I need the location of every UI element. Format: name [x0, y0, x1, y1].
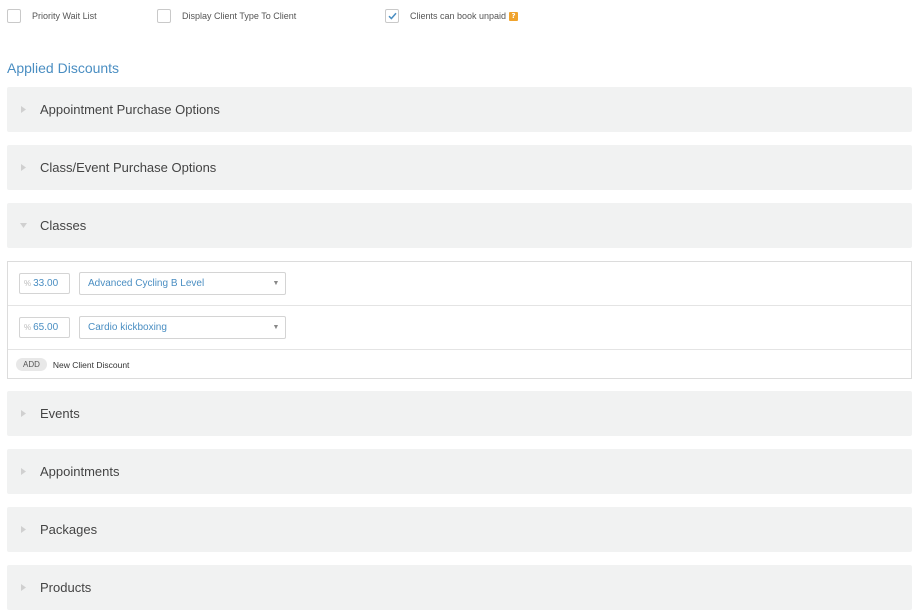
panel-label: Appointments: [40, 464, 120, 479]
chevron-right-icon: [7, 584, 40, 591]
checkmark-icon: [387, 12, 397, 20]
chevron-down-icon: [7, 223, 40, 228]
option-clients-book-unpaid[interactable]: Clients can book unpaid ?: [385, 9, 519, 23]
priority-wait-list-checkbox[interactable]: [7, 9, 21, 23]
applied-discounts-page: Priority Wait List Display Client Type T…: [0, 0, 920, 616]
classes-discount-list: % 33.00 Advanced Cycling B Level ▼ % 65.…: [7, 261, 912, 379]
panel-appointments[interactable]: Appointments: [7, 449, 912, 494]
discount-row: % 33.00 Advanced Cycling B Level ▼: [8, 262, 911, 306]
option-label: Clients can book unpaid: [410, 11, 507, 21]
panel-label: Classes: [40, 218, 87, 233]
help-icon[interactable]: ?: [509, 11, 519, 21]
panel-classes[interactable]: Classes: [7, 203, 912, 248]
option-label: Priority Wait List: [32, 11, 97, 21]
option-label: Display Client Type To Client: [182, 11, 297, 21]
panel-label: Products: [40, 580, 92, 595]
discount-row: % 65.00 Cardio kickboxing ▼: [8, 306, 911, 350]
panel-label: Class/Event Purchase Options: [40, 160, 217, 175]
class-select-value: Advanced Cycling B Level: [88, 278, 205, 289]
section-title: Applied Discounts: [7, 60, 120, 76]
class-select[interactable]: Cardio kickboxing ▼: [79, 316, 286, 339]
panel-label: Events: [40, 406, 80, 421]
discount-value: 33.00: [33, 278, 59, 289]
percent-icon: %: [24, 279, 32, 288]
add-discount-label: New Client Discount: [52, 359, 130, 370]
percent-icon: %: [24, 323, 32, 332]
discount-percent-input[interactable]: % 33.00: [19, 273, 70, 294]
option-display-client-type[interactable]: Display Client Type To Client: [157, 9, 296, 23]
panel-label: Packages: [40, 522, 98, 537]
option-priority-wait-list[interactable]: Priority Wait List: [7, 9, 97, 23]
add-discount-button[interactable]: ADD: [16, 358, 47, 371]
chevron-right-icon: [7, 164, 40, 171]
chevron-right-icon: [7, 410, 40, 417]
panel-events[interactable]: Events: [7, 391, 912, 436]
panel-products[interactable]: Products: [7, 565, 912, 610]
discount-value: 65.00: [33, 322, 59, 333]
panel-class-event-purchase-options[interactable]: Class/Event Purchase Options: [7, 145, 912, 190]
dropdown-caret-icon: ▼: [272, 324, 280, 331]
chevron-right-icon: [7, 468, 40, 475]
dropdown-caret-icon: ▼: [272, 280, 280, 287]
class-select-value: Cardio kickboxing: [88, 322, 167, 333]
discount-percent-input[interactable]: % 65.00: [19, 317, 70, 338]
display-client-type-checkbox[interactable]: [157, 9, 171, 23]
panel-packages[interactable]: Packages: [7, 507, 912, 552]
chevron-right-icon: [7, 106, 40, 113]
class-select[interactable]: Advanced Cycling B Level ▼: [79, 272, 286, 295]
add-discount-row: ADD New Client Discount: [8, 350, 911, 379]
clients-book-unpaid-checkbox[interactable]: [385, 9, 399, 23]
panel-label: Appointment Purchase Options: [40, 102, 220, 117]
panel-appointment-purchase-options[interactable]: Appointment Purchase Options: [7, 87, 912, 132]
chevron-right-icon: [7, 526, 40, 533]
